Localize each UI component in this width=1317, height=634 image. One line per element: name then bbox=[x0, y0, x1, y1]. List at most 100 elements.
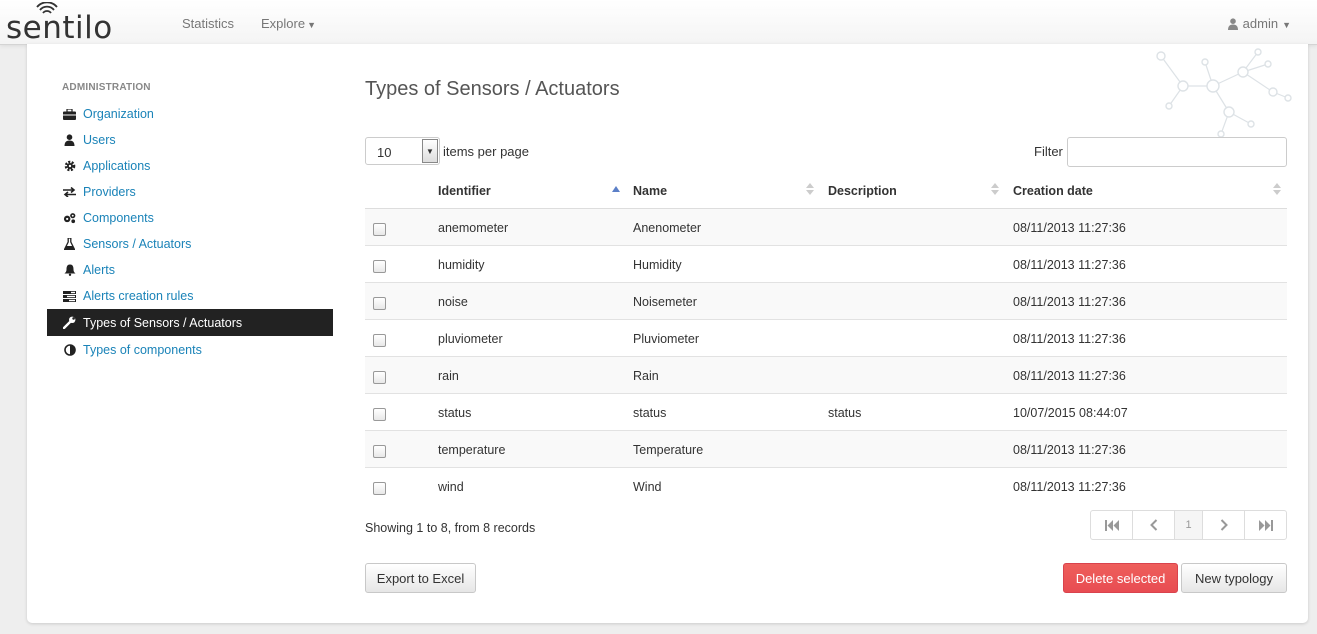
row-checkbox[interactable] bbox=[373, 223, 386, 236]
caret-down-icon: ▼ bbox=[422, 139, 438, 163]
first-page-button[interactable] bbox=[1091, 511, 1133, 539]
row-checkbox[interactable] bbox=[373, 334, 386, 347]
sentilo-logo[interactable]: sentilo bbox=[6, 2, 142, 42]
briefcase-icon bbox=[63, 108, 76, 121]
prev-page-button[interactable] bbox=[1133, 511, 1175, 539]
cell-creation-date: 08/11/2013 11:27:36 bbox=[1013, 443, 1126, 457]
row-checkbox[interactable] bbox=[373, 408, 386, 421]
cell-name: Anenometer bbox=[633, 221, 702, 235]
table-row[interactable]: temperature Temperature 08/11/2013 11:27… bbox=[365, 431, 1287, 468]
sort-asc-icon[interactable] bbox=[612, 182, 620, 196]
sidebar-item-label: Types of components bbox=[83, 343, 202, 357]
cell-identifier: rain bbox=[438, 369, 459, 383]
filter-label: Filter bbox=[1034, 144, 1063, 159]
cell-name: Rain bbox=[633, 369, 659, 383]
table-row[interactable]: noise Noisemeter 08/11/2013 11:27:36 bbox=[365, 283, 1287, 320]
chevron-left-icon bbox=[1149, 519, 1157, 531]
cell-identifier: noise bbox=[438, 295, 468, 309]
next-page-button[interactable] bbox=[1203, 511, 1245, 539]
row-checkbox[interactable] bbox=[373, 482, 386, 495]
cell-name: status bbox=[633, 406, 667, 420]
sort-both-icon[interactable] bbox=[1273, 182, 1281, 196]
cell-identifier: temperature bbox=[438, 443, 506, 457]
records-info: Showing 1 to 8, from 8 records bbox=[365, 521, 536, 535]
row-checkbox[interactable] bbox=[373, 260, 386, 273]
cell-description: status bbox=[828, 406, 862, 420]
cell-creation-date: 08/11/2013 11:27:36 bbox=[1013, 480, 1126, 494]
column-header-creation-date[interactable]: Creation date bbox=[1013, 184, 1093, 198]
sidebar-item-label: Alerts bbox=[83, 263, 115, 277]
page-size-value: 10 bbox=[377, 145, 392, 160]
table-row[interactable]: anemometer Anenometer 08/11/2013 11:27:3… bbox=[365, 209, 1287, 246]
adjust-icon bbox=[63, 344, 76, 357]
page-size-select[interactable]: 10 ▼ bbox=[365, 137, 440, 165]
sidebar-item-types-of-components[interactable]: Types of components bbox=[47, 337, 333, 363]
sidebar-item-applications[interactable]: Applications bbox=[47, 153, 333, 179]
cell-name: Humidity bbox=[633, 258, 682, 272]
user-name: admin bbox=[1242, 16, 1279, 31]
table-row[interactable]: wind Wind 08/11/2013 11:27:36 bbox=[365, 468, 1287, 505]
table-row[interactable]: status status status 10/07/2015 08:44:07 bbox=[365, 394, 1287, 431]
delete-selected-button[interactable]: Delete selected bbox=[1063, 563, 1178, 593]
pagination: 1 bbox=[1090, 510, 1287, 540]
sort-both-icon[interactable] bbox=[806, 182, 814, 196]
row-checkbox[interactable] bbox=[373, 371, 386, 384]
last-page-button[interactable] bbox=[1245, 511, 1286, 539]
cell-name: Noisemeter bbox=[633, 295, 697, 309]
svg-text:sentilo: sentilo bbox=[6, 10, 113, 42]
page-title: Types of Sensors / Actuators bbox=[365, 78, 620, 100]
cell-creation-date: 08/11/2013 11:27:36 bbox=[1013, 221, 1126, 235]
cell-creation-date: 08/11/2013 11:27:36 bbox=[1013, 332, 1126, 346]
nav-statistics[interactable]: Statistics bbox=[182, 16, 234, 31]
last-page-icon bbox=[1258, 519, 1273, 531]
bell-icon bbox=[63, 264, 76, 277]
sidebar-item-sensors-actuators[interactable]: Sensors / Actuators bbox=[47, 231, 333, 257]
nav-explore-label: Explore bbox=[261, 16, 306, 31]
first-page-icon bbox=[1104, 519, 1119, 531]
gear-icon bbox=[63, 160, 76, 173]
table-row[interactable]: rain Rain 08/11/2013 11:27:36 bbox=[365, 357, 1287, 394]
filter-input[interactable] bbox=[1067, 137, 1287, 167]
cell-creation-date: 08/11/2013 11:27:36 bbox=[1013, 295, 1126, 309]
cell-creation-date: 08/11/2013 11:27:36 bbox=[1013, 258, 1126, 272]
row-checkbox[interactable] bbox=[373, 297, 386, 310]
nav-explore[interactable]: Explore ▼ bbox=[261, 16, 316, 31]
sidebar-item-alerts[interactable]: Alerts bbox=[47, 257, 333, 283]
sidebar-item-providers[interactable]: Providers bbox=[47, 179, 333, 205]
new-typology-button[interactable]: New typology bbox=[1181, 563, 1287, 593]
cell-creation-date: 10/07/2015 08:44:07 bbox=[1013, 406, 1128, 420]
sidebar-item-alerts-creation-rules[interactable]: Alerts creation rules bbox=[47, 283, 333, 309]
sidebar-item-label: Components bbox=[83, 211, 154, 225]
cell-creation-date: 08/11/2013 11:27:36 bbox=[1013, 369, 1126, 383]
user-menu[interactable]: admin ▼ bbox=[1227, 16, 1291, 31]
sidebar-item-label: Alerts creation rules bbox=[83, 289, 194, 303]
sidebar-item-types-of-sensors-actuators[interactable]: Types of Sensors / Actuators bbox=[47, 309, 333, 336]
sidebar-header: ADMINISTRATION bbox=[62, 82, 151, 93]
cell-identifier: status bbox=[438, 406, 472, 420]
sidebar-item-users[interactable]: Users bbox=[47, 127, 333, 153]
exchange-icon bbox=[63, 186, 76, 199]
sidebar-item-label: Organization bbox=[83, 107, 154, 121]
sidebar-item-label: Types of Sensors / Actuators bbox=[83, 315, 243, 330]
user-icon bbox=[63, 134, 76, 147]
table-row[interactable]: humidity Humidity 08/11/2013 11:27:36 bbox=[365, 246, 1287, 283]
sidebar-item-label: Users bbox=[83, 133, 116, 147]
sort-both-icon[interactable] bbox=[991, 182, 999, 196]
column-header-description[interactable]: Description bbox=[828, 184, 897, 198]
top-navbar: sentilo Statistics Explore ▼ admin ▼ bbox=[0, 0, 1317, 45]
table-row[interactable]: pluviometer Pluviometer 08/11/2013 11:27… bbox=[365, 320, 1287, 357]
row-checkbox[interactable] bbox=[373, 445, 386, 458]
sidebar-item-label: Applications bbox=[83, 159, 151, 173]
cell-name: Wind bbox=[633, 480, 662, 494]
export-excel-button[interactable]: Export to Excel bbox=[365, 563, 476, 593]
sidebar-item-components[interactable]: Components bbox=[47, 205, 333, 231]
cell-identifier: anemometer bbox=[438, 221, 509, 235]
cell-identifier: humidity bbox=[438, 258, 485, 272]
sidebar-item-organization[interactable]: Organization bbox=[47, 101, 333, 127]
column-header-identifier[interactable]: Identifier bbox=[438, 184, 491, 198]
flask-icon bbox=[63, 238, 76, 251]
cell-identifier: pluviometer bbox=[438, 332, 503, 346]
column-header-name[interactable]: Name bbox=[633, 184, 667, 198]
gears-icon bbox=[63, 212, 76, 225]
page-number-current[interactable]: 1 bbox=[1175, 511, 1203, 539]
